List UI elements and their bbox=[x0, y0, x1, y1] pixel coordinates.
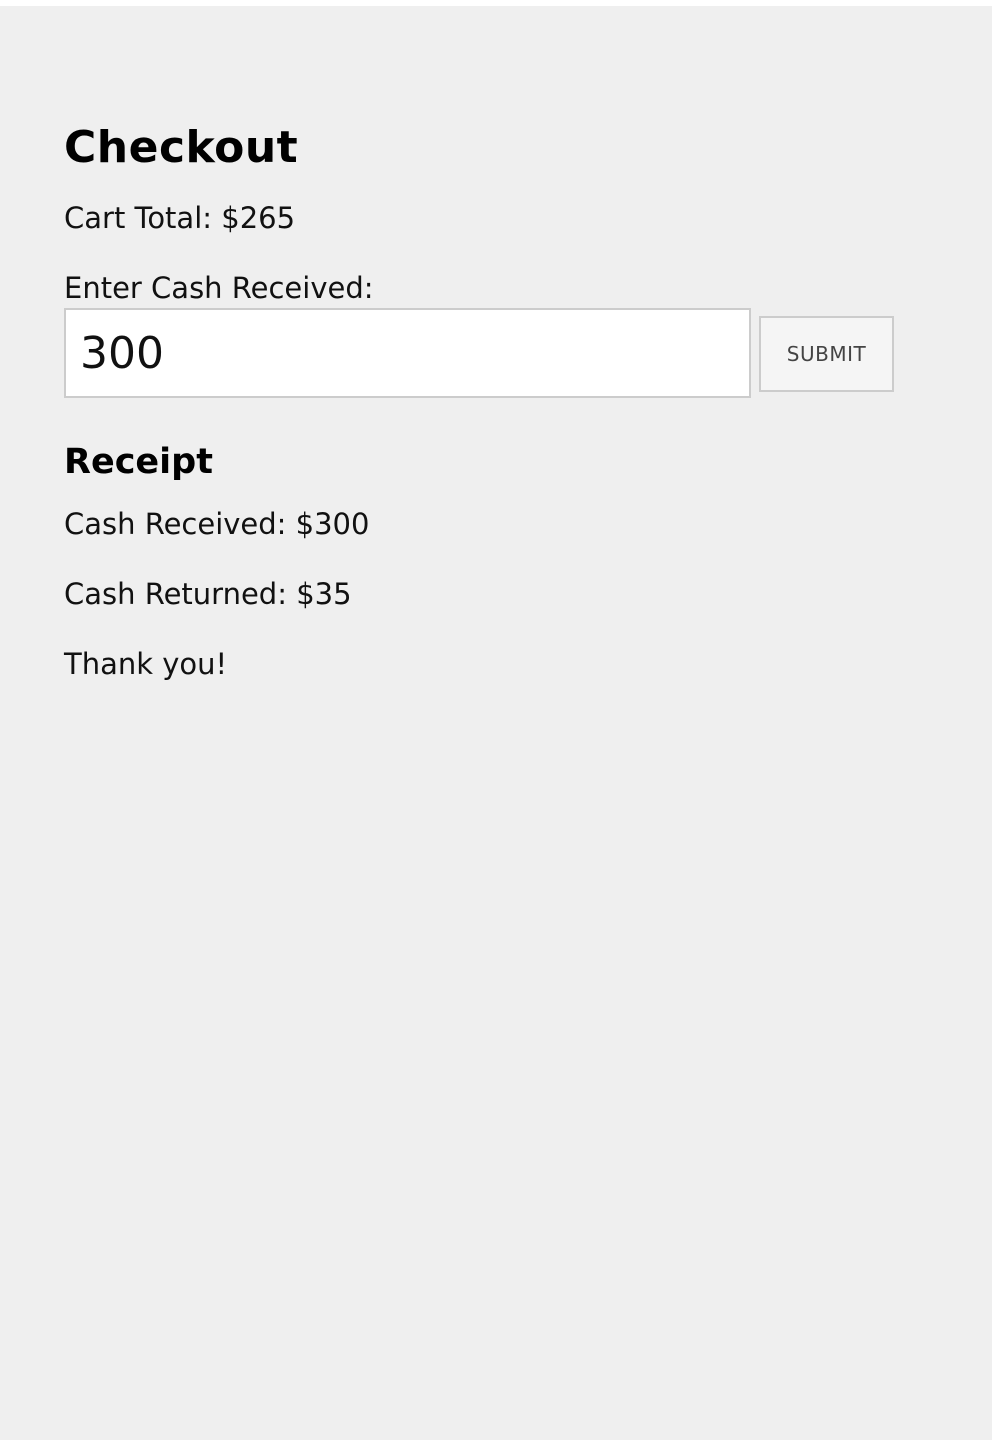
receipt-cash-returned: Cash Returned: $35 bbox=[64, 577, 352, 611]
page-title: Checkout bbox=[64, 122, 299, 173]
cash-received-label: Enter Cash Received: bbox=[64, 271, 374, 305]
cash-received-input[interactable] bbox=[64, 308, 751, 398]
receipt-heading: Receipt bbox=[64, 442, 213, 482]
submit-button[interactable]: SUBMIT bbox=[759, 316, 894, 392]
checkout-page: Checkout Cart Total: $265 Enter Cash Rec… bbox=[0, 6, 992, 1440]
cart-total: Cart Total: $265 bbox=[64, 201, 296, 235]
receipt-cash-received: Cash Received: $300 bbox=[64, 507, 370, 541]
receipt-thank-you: Thank you! bbox=[64, 647, 228, 681]
